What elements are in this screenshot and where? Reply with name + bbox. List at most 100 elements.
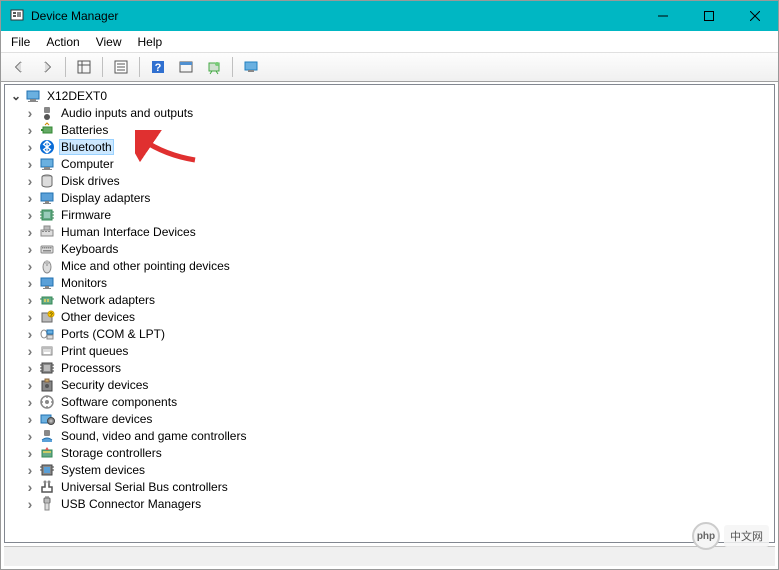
- maximize-button[interactable]: [686, 1, 732, 31]
- show-hide-tree-button[interactable]: [72, 55, 96, 79]
- properties-button[interactable]: [109, 55, 133, 79]
- device-category-icon: [39, 462, 55, 478]
- device-category-icon: [39, 445, 55, 461]
- statusbar: [4, 546, 775, 566]
- device-category-icon: [39, 105, 55, 121]
- expand-toggle[interactable]: [23, 293, 37, 307]
- tree-item[interactable]: Print queues: [5, 342, 774, 359]
- computer-icon: [25, 88, 41, 104]
- window-title: Device Manager: [31, 9, 640, 23]
- tree-item[interactable]: Monitors: [5, 274, 774, 291]
- expand-toggle[interactable]: [23, 412, 37, 426]
- tree-item[interactable]: Software components: [5, 393, 774, 410]
- expand-toggle[interactable]: [23, 259, 37, 273]
- tree-item[interactable]: Disk drives: [5, 172, 774, 189]
- expand-toggle[interactable]: [23, 446, 37, 460]
- device-category-icon: [39, 122, 55, 138]
- close-button[interactable]: [732, 1, 778, 31]
- expand-toggle[interactable]: [23, 344, 37, 358]
- expand-toggle[interactable]: [23, 327, 37, 341]
- tree-item[interactable]: Ports (COM & LPT): [5, 325, 774, 342]
- app-icon: [9, 8, 25, 24]
- expand-toggle[interactable]: [23, 174, 37, 188]
- menu-help[interactable]: Help: [130, 33, 171, 51]
- expand-toggle[interactable]: [23, 310, 37, 324]
- device-category-icon: [39, 394, 55, 410]
- menu-action[interactable]: Action: [38, 33, 87, 51]
- tree-item[interactable]: Processors: [5, 359, 774, 376]
- tree-root[interactable]: X12DEXT0: [5, 87, 774, 104]
- tree-item[interactable]: Software devices: [5, 410, 774, 427]
- minimize-button[interactable]: [640, 1, 686, 31]
- expand-toggle[interactable]: [23, 242, 37, 256]
- tree-item-label: Ports (COM & LPT): [59, 327, 167, 341]
- expand-toggle[interactable]: [23, 276, 37, 290]
- tree-item-label: USB Connector Managers: [59, 497, 203, 511]
- device-category-icon: [39, 479, 55, 495]
- tree-item[interactable]: Firmware: [5, 206, 774, 223]
- expand-toggle[interactable]: [23, 480, 37, 494]
- help-button[interactable]: ?: [146, 55, 170, 79]
- device-category-icon: [39, 258, 55, 274]
- menubar: File Action View Help: [1, 31, 778, 52]
- tree-item[interactable]: Human Interface Devices: [5, 223, 774, 240]
- tree-item-label: Audio inputs and outputs: [59, 106, 195, 120]
- tree-item-label: Monitors: [59, 276, 109, 290]
- watermark: php 中文网: [692, 522, 769, 550]
- expand-toggle[interactable]: [23, 106, 37, 120]
- tree-item-label: Software devices: [59, 412, 154, 426]
- tree-item[interactable]: Bluetooth: [5, 138, 774, 155]
- menu-view[interactable]: View: [88, 33, 130, 51]
- forward-button[interactable]: [35, 55, 59, 79]
- tree-item[interactable]: Universal Serial Bus controllers: [5, 478, 774, 495]
- expand-toggle[interactable]: [23, 361, 37, 375]
- tree-item-label: Computer: [59, 157, 116, 171]
- titlebar: Device Manager: [1, 1, 778, 31]
- toolbar: ?: [1, 52, 778, 82]
- tree-item[interactable]: Display adapters: [5, 189, 774, 206]
- tree-item-label: Bluetooth: [59, 139, 114, 155]
- devices-button[interactable]: [239, 55, 263, 79]
- expand-toggle[interactable]: [23, 225, 37, 239]
- scan-hardware-button[interactable]: [202, 55, 226, 79]
- tree-item[interactable]: Storage controllers: [5, 444, 774, 461]
- device-category-icon: [39, 377, 55, 393]
- expand-toggle[interactable]: [23, 429, 37, 443]
- device-category-icon: [39, 326, 55, 342]
- tree-item-label: Firmware: [59, 208, 113, 222]
- back-button[interactable]: [7, 55, 31, 79]
- expand-toggle[interactable]: [23, 208, 37, 222]
- tree-item[interactable]: Batteries: [5, 121, 774, 138]
- expand-toggle[interactable]: [23, 157, 37, 171]
- toolbar-separator: [232, 57, 233, 77]
- tree-item[interactable]: USB Connector Managers: [5, 495, 774, 512]
- tree-item[interactable]: Security devices: [5, 376, 774, 393]
- tree-item[interactable]: ?Other devices: [5, 308, 774, 325]
- expand-toggle[interactable]: [23, 497, 37, 511]
- expand-toggle[interactable]: [23, 140, 37, 154]
- expand-toggle[interactable]: [23, 395, 37, 409]
- tree-item-label: Storage controllers: [59, 446, 164, 460]
- expand-toggle[interactable]: [23, 191, 37, 205]
- device-category-icon: ?: [39, 309, 55, 325]
- device-category-icon: [39, 190, 55, 206]
- tree-item[interactable]: Network adapters: [5, 291, 774, 308]
- tree-item[interactable]: Computer: [5, 155, 774, 172]
- expand-toggle[interactable]: [23, 463, 37, 477]
- menu-file[interactable]: File: [3, 33, 38, 51]
- expand-toggle[interactable]: [23, 378, 37, 392]
- action-button[interactable]: [174, 55, 198, 79]
- expand-toggle[interactable]: [9, 89, 23, 103]
- tree-item[interactable]: System devices: [5, 461, 774, 478]
- device-category-icon: [39, 411, 55, 427]
- device-category-icon: [39, 173, 55, 189]
- expand-toggle[interactable]: [23, 123, 37, 137]
- device-category-icon: [39, 360, 55, 376]
- device-category-icon: [39, 428, 55, 444]
- tree-item-label: Sound, video and game controllers: [59, 429, 248, 443]
- tree-item[interactable]: Sound, video and game controllers: [5, 427, 774, 444]
- tree-item[interactable]: Mice and other pointing devices: [5, 257, 774, 274]
- tree-item[interactable]: Keyboards: [5, 240, 774, 257]
- tree-item[interactable]: Audio inputs and outputs: [5, 104, 774, 121]
- device-tree[interactable]: X12DEXT0 Audio inputs and outputsBatterie…: [4, 84, 775, 543]
